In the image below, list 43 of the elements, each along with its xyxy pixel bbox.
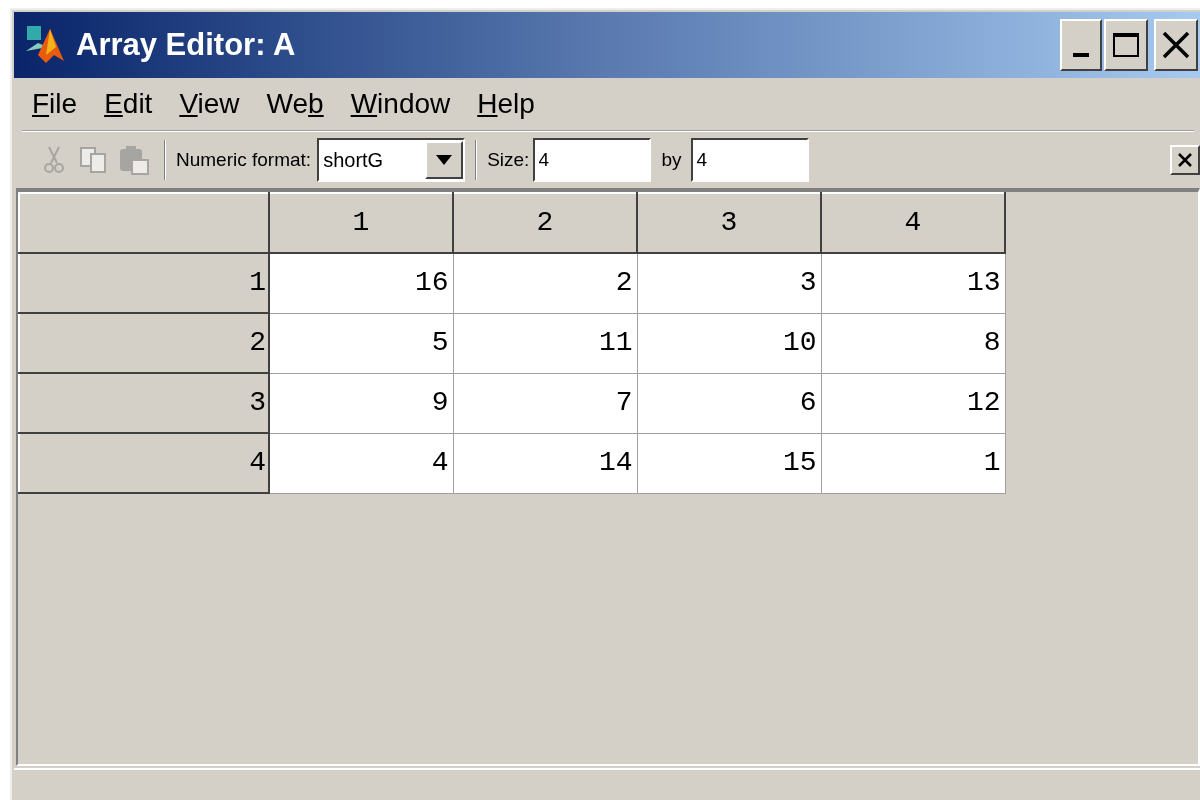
maximize-button[interactable] xyxy=(1104,19,1148,71)
input-field[interactable]: 4 xyxy=(533,138,652,182)
field-label: by xyxy=(661,147,682,172)
table-cell[interactable]: 16 xyxy=(269,253,453,313)
table-cell[interactable]: 3 xyxy=(637,253,821,313)
table-cell[interactable]: 13 xyxy=(821,253,1005,313)
close-button[interactable] xyxy=(1154,19,1198,71)
field-label: Size: xyxy=(487,147,530,172)
table-cell[interactable]: 6 xyxy=(637,373,821,433)
table-cell[interactable]: 12 xyxy=(821,373,1005,433)
row-header[interactable]: 1 xyxy=(19,253,269,313)
column-header[interactable]: 1 xyxy=(269,193,453,253)
table-cell[interactable]: 15 xyxy=(637,433,821,493)
close-button[interactable] xyxy=(1170,145,1200,175)
column-header[interactable]: 3 xyxy=(637,193,821,253)
table-cell[interactable]: 1 xyxy=(821,433,1005,493)
window-title: Array Editor: A xyxy=(76,25,296,64)
table-cell[interactable]: 4 xyxy=(269,433,453,493)
close-icon xyxy=(1177,152,1193,168)
row-header[interactable]: 2 xyxy=(19,313,269,373)
minimize-button[interactable] xyxy=(1060,19,1102,71)
table-cell[interactable]: 2 xyxy=(453,253,637,313)
table-cell[interactable]: 11 xyxy=(453,313,637,373)
format-dropdown[interactable]: shortG xyxy=(317,138,466,182)
field-label: Numeric format: xyxy=(176,147,312,172)
row-header[interactable]: 4 xyxy=(19,433,269,493)
menu-item[interactable]: File xyxy=(20,82,90,126)
table-cell[interactable]: 14 xyxy=(453,433,637,493)
menu-item[interactable]: Help xyxy=(465,82,547,126)
menu-item[interactable]: View xyxy=(167,82,252,126)
table-cell[interactable]: 7 xyxy=(453,373,637,433)
column-header[interactable]: 2 xyxy=(453,193,637,253)
table-cell[interactable]: 8 xyxy=(821,313,1005,373)
table-cell[interactable]: 5 xyxy=(269,313,453,373)
table-cell[interactable]: 10 xyxy=(637,313,821,373)
menu-item[interactable]: Edit xyxy=(92,82,165,126)
close-icon xyxy=(1161,30,1191,60)
menu-item[interactable]: Web xyxy=(254,82,336,126)
input-field[interactable]: 4 xyxy=(691,138,810,182)
table-cell[interactable]: 9 xyxy=(269,373,453,433)
menu-item[interactable]: Window xyxy=(338,82,463,126)
column-header[interactable]: 4 xyxy=(821,193,1005,253)
row-header[interactable]: 3 xyxy=(19,373,269,433)
